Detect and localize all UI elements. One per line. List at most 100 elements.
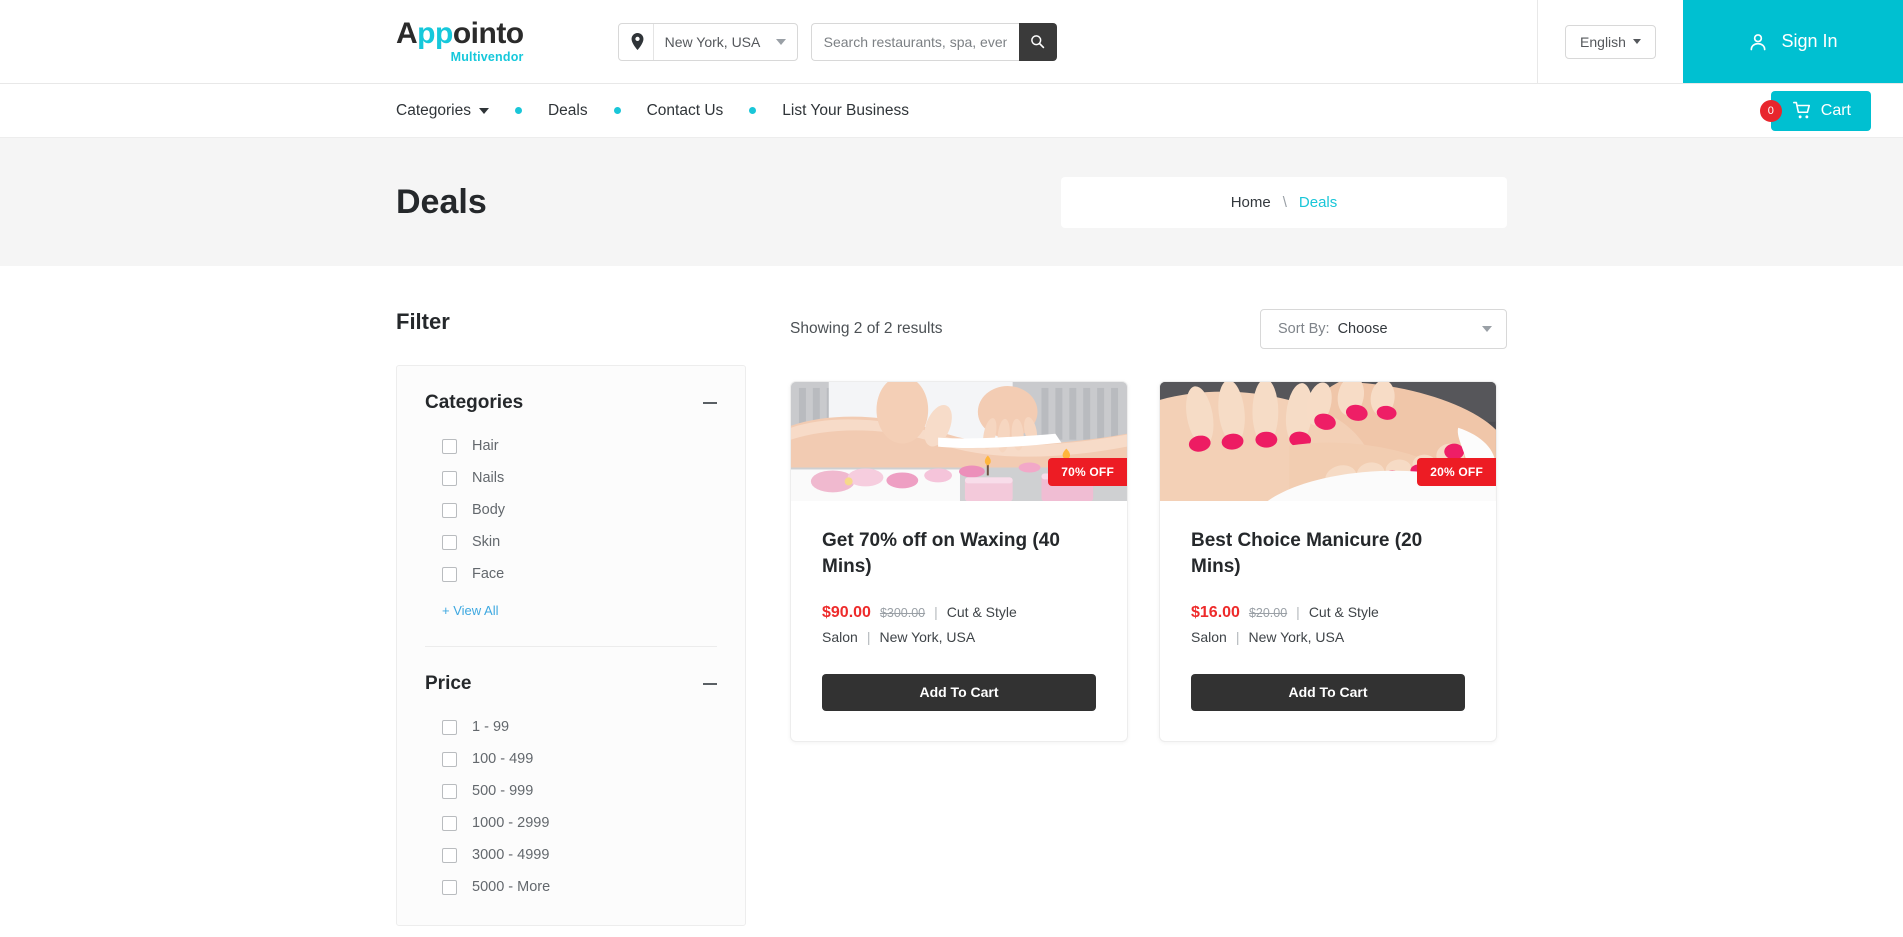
search-button[interactable] (1018, 22, 1057, 61)
filter-option-label: 100 - 499 (472, 751, 534, 767)
filter-group-price-header[interactable]: Price (425, 673, 717, 699)
deal-location: New York, USA (1248, 628, 1345, 645)
filter-option-price-1000-2999[interactable]: 1000 - 2999 (442, 815, 717, 831)
chevron-down-icon (1482, 326, 1492, 332)
checkbox[interactable] (442, 847, 457, 863)
checkbox[interactable] (442, 470, 457, 486)
cart-button[interactable]: 0 Cart (1759, 90, 1871, 131)
results-count: Showing 2 of 2 results (790, 320, 943, 337)
filter-option-label: Skin (472, 534, 501, 550)
deal-title: Get 70% off on Waxing (40 Mins) (822, 530, 1060, 577)
add-to-cart-button[interactable]: Add To Cart (1191, 673, 1465, 711)
nav-separator-dot (613, 107, 621, 114)
deal-meta: $16.00 $20.00 | Cut & Style Salon | New York,… (1191, 599, 1465, 650)
filter-option-price-500-999[interactable]: 500 - 999 (442, 783, 717, 799)
deal-card[interactable]: 70% OFF Get 70% off on Waxing (40 Mins) … (790, 381, 1128, 742)
sort-by-label: Sort By: (1278, 321, 1330, 337)
page-header-bar: Deals Home \ Deals (0, 138, 1903, 266)
filter-options-price: 1 - 99 100 - 499 500 - 999 1000 - 2999 3… (425, 719, 717, 895)
filter-option-label: 500 - 999 (472, 783, 534, 799)
filter-option-price-1-99[interactable]: 1 - 99 (442, 719, 717, 735)
logo-text-pp: pp (417, 17, 453, 51)
discount-badge: 20% OFF (1417, 458, 1496, 486)
deal-card[interactable]: 20% OFF Best Choice Manicure (20 Mins) $… (1159, 381, 1497, 742)
checkbox[interactable] (442, 534, 457, 550)
filter-group-price: Price 1 - 99 100 - 499 500 - 999 1000 - … (425, 673, 717, 895)
discount-badge: 70% OFF (1048, 458, 1127, 486)
location-value: New York, USA (664, 33, 761, 50)
deal-price-current: $16.00 (1191, 603, 1240, 621)
search-input[interactable] (810, 22, 1019, 61)
nav-label: Categories (396, 101, 471, 119)
filter-option-price-100-499[interactable]: 100 - 499 (442, 751, 717, 767)
search-box (810, 22, 1057, 61)
sign-in-button[interactable]: Sign In (1683, 0, 1903, 83)
checkbox[interactable] (442, 438, 457, 454)
chevron-down-icon (1632, 39, 1641, 44)
deal-image: 20% OFF (1160, 382, 1496, 502)
deal-title: Best Choice Manicure (20 Mins) (1191, 530, 1423, 577)
filter-option-body[interactable]: Body (442, 502, 717, 518)
nav-item-categories[interactable]: Categories (396, 102, 489, 120)
filter-option-price-5000-more[interactable]: 5000 - More (442, 879, 717, 895)
deal-location: New York, USA (879, 628, 976, 645)
checkbox[interactable] (442, 879, 457, 895)
sign-in-label: Sign In (1781, 31, 1838, 51)
nav-items: Categories Deals Contact Us List Your Bu… (396, 102, 909, 120)
logo-tagline: Multivendor (450, 50, 524, 65)
checkbox[interactable] (442, 719, 457, 735)
filter-option-nails[interactable]: Nails (442, 470, 717, 486)
deal-price-original: $20.00 (1248, 605, 1288, 620)
filter-group-categories-header[interactable]: Categories (425, 392, 717, 418)
shopping-cart-icon (1792, 101, 1810, 119)
meta-separator: | (934, 603, 938, 620)
meta-separator: | (1296, 603, 1300, 620)
minus-icon[interactable] (703, 402, 717, 404)
checkbox[interactable] (442, 815, 457, 831)
checkbox[interactable] (442, 502, 457, 518)
meta-separator: | (1235, 628, 1240, 645)
filter-group-title: Price (425, 673, 472, 694)
logo-text-ointo: ointo (452, 17, 524, 51)
main-navigation: Categories Deals Contact Us List Your Bu… (0, 84, 1903, 138)
map-pin-icon (631, 33, 644, 50)
location-selector[interactable]: New York, USA (617, 22, 798, 61)
nav-item-deals[interactable]: Deals (548, 102, 588, 120)
nav-separator-dot (514, 107, 522, 114)
filter-option-label: 3000 - 4999 (472, 847, 550, 863)
filter-divider (425, 646, 717, 647)
add-to-cart-button[interactable]: Add To Cart (822, 673, 1096, 711)
filter-option-face[interactable]: Face (442, 566, 717, 582)
site-logo[interactable]: Appointo Multivendor (396, 19, 524, 64)
filter-option-label: Nails (472, 470, 505, 486)
filter-option-label: 1000 - 2999 (472, 815, 550, 831)
nav-item-contact-us[interactable]: Contact Us (647, 102, 724, 120)
language-label: English (1580, 33, 1626, 50)
meta-separator: | (866, 628, 871, 645)
filter-option-skin[interactable]: Skin (442, 534, 717, 550)
breadcrumb-home[interactable]: Home (1231, 194, 1271, 211)
nav-separator-dot (749, 107, 757, 114)
minus-icon[interactable] (703, 683, 717, 685)
filter-option-hair[interactable]: Hair (442, 438, 717, 454)
filter-panel: Categories Hair Nails Body Skin Face + V… (396, 365, 746, 926)
sort-by-select[interactable]: Sort By: Choose (1260, 309, 1507, 349)
checkbox[interactable] (442, 783, 457, 799)
filter-option-price-3000-4999[interactable]: 3000 - 4999 (442, 847, 717, 863)
language-selector[interactable]: English (1565, 24, 1656, 59)
filter-option-label: Face (472, 566, 505, 582)
filter-heading: Filter (396, 309, 450, 334)
checkbox[interactable] (442, 566, 457, 582)
sort-by-value: Choose (1337, 321, 1388, 337)
user-icon (1750, 33, 1766, 50)
nav-item-list-your-business[interactable]: List Your Business (782, 102, 909, 120)
filter-options-categories: Hair Nails Body Skin Face (425, 438, 717, 582)
chevron-down-icon (775, 38, 786, 45)
cart-label: Cart (1820, 101, 1851, 119)
categories-view-all-link[interactable]: + View All (425, 603, 717, 618)
deal-price-original: $300.00 (879, 605, 926, 620)
breadcrumb: Home \ Deals (1061, 176, 1507, 228)
deal-body: Best Choice Manicure (20 Mins) $16.00 $20… (1160, 502, 1496, 741)
checkbox[interactable] (442, 751, 457, 767)
logo-text: Appointo (396, 19, 524, 49)
